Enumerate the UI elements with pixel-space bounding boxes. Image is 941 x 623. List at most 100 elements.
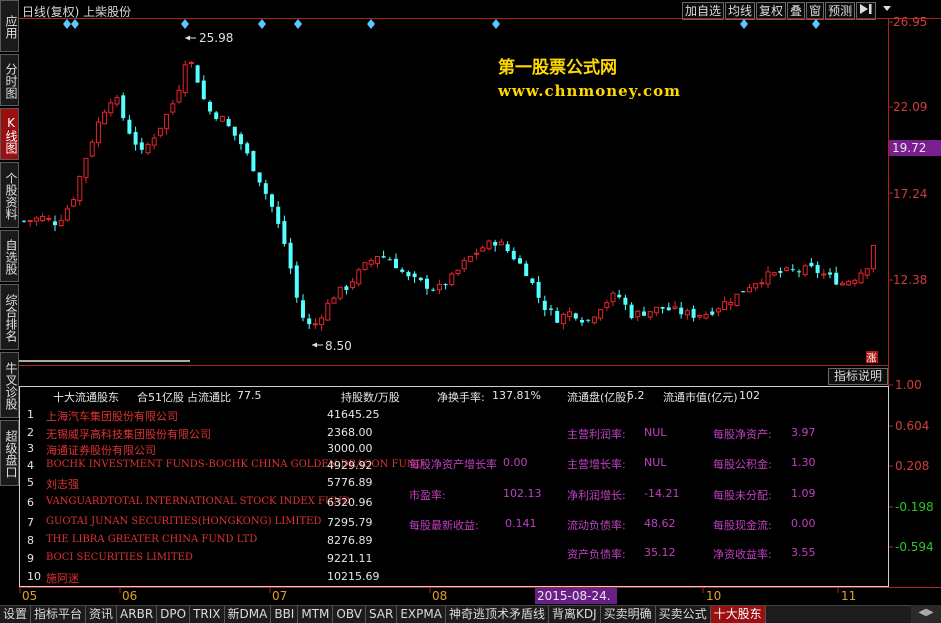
fin-reserve: 每股公积金: 1.30 [713, 456, 816, 471]
mcap-value: 102 [739, 389, 760, 402]
candle-body [312, 323, 318, 326]
fin-debt-ratio: 资产负债率: 35.12 [567, 546, 676, 561]
tab-indicator-platform[interactable]: 指标平台 [31, 606, 87, 623]
tab-settings[interactable]: 设置 [0, 606, 32, 623]
candle-body [270, 194, 274, 207]
x-tick: 08 [432, 589, 448, 603]
candle-body [164, 113, 170, 130]
candle-body [443, 284, 448, 286]
candle-body [239, 134, 243, 145]
tab-news[interactable]: 资讯 [86, 606, 118, 623]
candle-body [307, 318, 312, 325]
holders-title: 十大流通股东 [53, 391, 119, 404]
candle-body [697, 315, 703, 318]
fin-current-debt: 流动负债率: 48.62 [567, 517, 676, 532]
candle-body [834, 272, 839, 285]
tab-obv[interactable]: OBV [333, 606, 366, 623]
mcap-label: 流通市值(亿元) [663, 391, 738, 404]
indicator-tick: 0.208 [895, 459, 930, 473]
turnover-label: 净换手率: [437, 391, 485, 404]
candle-body [46, 218, 52, 221]
candle-body [728, 301, 734, 306]
candle-body [412, 273, 417, 278]
high-annotation: 25.98 [185, 31, 233, 45]
candle-body [208, 101, 212, 112]
candle-body [493, 241, 498, 246]
candle-body [797, 271, 801, 273]
candle-body [350, 281, 356, 288]
candle-body [828, 272, 832, 275]
candle-body [436, 284, 442, 291]
indicator-tab-bar: 设置 指标平台 资讯 ARBR DPO TRIX 新DMA BBI MTM OB… [0, 605, 941, 623]
candle-body [170, 103, 176, 113]
candle-body [201, 80, 206, 100]
tab-scroll-arrows[interactable]: ◀▶ [911, 605, 941, 623]
candle-body [734, 293, 740, 307]
tab-buy-sell-clear[interactable]: 买卖明确 [600, 606, 656, 623]
candle-body [381, 256, 386, 258]
fin-bvps: 每股净资产: 3.97 [713, 426, 816, 441]
candle-body [77, 175, 83, 202]
candle-body [461, 260, 467, 270]
candle-body [511, 250, 516, 260]
candle-body [344, 286, 349, 290]
candle-body [480, 247, 486, 252]
tab-mtm[interactable]: MTM [298, 606, 334, 623]
holders-shares-header: 持股数/万股 [341, 391, 400, 404]
tab-top-escape[interactable]: 神奇逃顶术矛盾线 [445, 606, 549, 623]
top-holders-panel: 十大流通股东 合51亿股 占流通比 77.5 持股数/万股 净换手率: 137.… [27, 389, 816, 585]
tab-dpo[interactable]: DPO [157, 606, 191, 623]
candle-body [784, 267, 790, 271]
candle-body [846, 280, 852, 286]
candlestick-series [22, 60, 876, 331]
price-tick: 17.24 [893, 187, 928, 201]
low-mark: 8.50 [325, 339, 352, 353]
candle-body [151, 137, 157, 146]
candle-body [418, 277, 423, 281]
candle-body [710, 311, 715, 315]
tab-bbi[interactable]: BBI [271, 606, 299, 623]
candle-body [852, 279, 858, 284]
candle-body [33, 217, 39, 222]
candle-body [778, 270, 783, 273]
event-markers[interactable] [63, 19, 820, 29]
candle-body [139, 142, 144, 150]
candle-body [331, 297, 337, 304]
indicator-tick: 0.604 [895, 419, 930, 433]
candle-body [226, 119, 231, 127]
candle-body [753, 283, 759, 289]
tab-top-holders[interactable]: 十大股东 [710, 606, 766, 623]
candle-body [653, 306, 659, 314]
tab-expma[interactable]: EXPMA [397, 606, 446, 623]
watermark-title: 第一股票公式网 [498, 58, 617, 78]
candle-body [684, 310, 690, 316]
tab-buy-sell-formula[interactable]: 买卖公式 [655, 606, 711, 623]
candle-body [425, 278, 429, 289]
low-annotation: 8.50 [312, 339, 352, 353]
candle-body [301, 300, 305, 318]
candle-body [555, 311, 560, 323]
candle-body [64, 208, 70, 221]
candle-body [182, 64, 188, 93]
candle-body [257, 172, 262, 183]
candle-body [176, 89, 182, 103]
candle-body [374, 255, 380, 264]
tab-trix[interactable]: TRIX [190, 606, 225, 623]
candle-body [765, 271, 771, 285]
candle-body [251, 151, 256, 172]
candle-body [790, 269, 795, 271]
tab-sar[interactable]: SAR [365, 606, 398, 623]
indicator-help-button[interactable]: 指标说明 [828, 368, 888, 385]
tab-new-dma[interactable]: 新DMA [224, 606, 272, 623]
tab-kdj-divergence[interactable]: 背离KDJ [548, 606, 601, 623]
tab-arbr[interactable]: ARBR [117, 606, 158, 623]
candle-body [22, 220, 26, 222]
candle-body [542, 300, 547, 311]
candle-body [245, 143, 250, 154]
fin-eps: 每股最新收益: 0.141 [409, 517, 537, 532]
candle-body [474, 252, 480, 255]
candle-body [276, 206, 281, 224]
candle-body [741, 291, 746, 293]
candle-body [406, 271, 411, 277]
candle-body [598, 309, 604, 319]
